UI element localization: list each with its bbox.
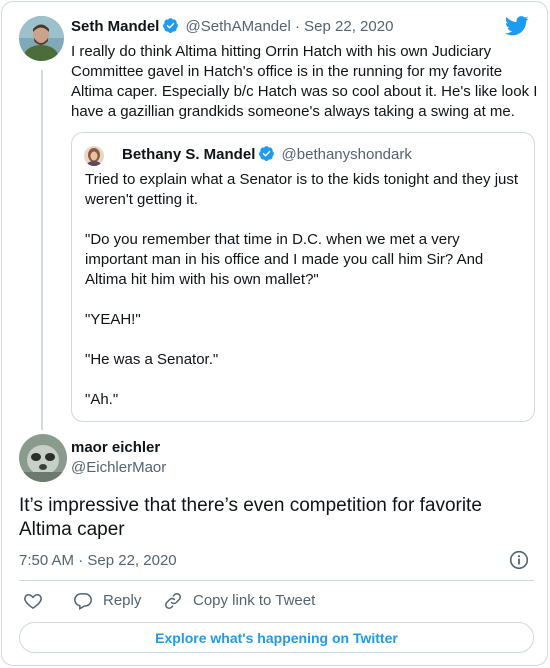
header-separator: · bbox=[295, 18, 300, 35]
reply-tweet-text: It’s impressive that there’s even compet… bbox=[19, 495, 482, 540]
quoted-tweet-body: Tried to explain what a Senator is to th… bbox=[85, 170, 525, 430]
quoted-author-name: Bethany S. Mandel bbox=[122, 146, 256, 163]
verified-badge-icon bbox=[258, 145, 275, 168]
reply-tweet-header: maor eichler @EichlerMaor bbox=[71, 438, 166, 478]
reply-timestamp[interactable]: 7:50 AM · Sep 22, 2020 bbox=[19, 551, 177, 571]
verified-badge-icon bbox=[162, 17, 179, 40]
quoted-paragraph: "YEAH!" bbox=[85, 311, 141, 328]
seth-mandel-avatar[interactable] bbox=[19, 16, 64, 61]
quoted-paragraph: "He was a Senator." bbox=[85, 351, 219, 368]
bethany-mandel-avatar bbox=[84, 146, 104, 166]
reply-date: Sep 22, 2020 bbox=[87, 552, 177, 569]
parent-tweet-text: I really do think Altima hitting Orrin H… bbox=[71, 43, 538, 120]
like-button[interactable] bbox=[23, 591, 43, 611]
quoted-paragraph: Tried to explain what a Senator is to th… bbox=[85, 171, 519, 208]
reply-author-name[interactable]: maor eichler bbox=[71, 439, 160, 456]
link-icon bbox=[165, 593, 181, 609]
quoted-paragraph: "Ah." bbox=[85, 391, 119, 408]
explore-button[interactable]: Explore what's happening on Twitter bbox=[19, 622, 534, 653]
tweet-embed-card: Seth Mandel @SethAMandel · Sep 22, 2020 … bbox=[1, 1, 548, 666]
reply-button[interactable]: Reply bbox=[73, 591, 141, 611]
quoted-handle: @bethanyshondark bbox=[281, 146, 412, 163]
maor-eichler-avatar[interactable] bbox=[19, 434, 67, 482]
reply-handle[interactable]: @EichlerMaor bbox=[71, 458, 166, 478]
reply-label: Reply bbox=[103, 592, 142, 609]
thread-line bbox=[41, 70, 43, 430]
divider bbox=[19, 580, 534, 581]
meta-separator: · bbox=[78, 552, 84, 569]
parent-author-name[interactable]: Seth Mandel bbox=[71, 18, 159, 35]
parent-handle[interactable]: @SethAMandel bbox=[186, 18, 291, 35]
parent-date[interactable]: Sep 22, 2020 bbox=[304, 18, 393, 35]
twitter-bird-icon[interactable] bbox=[504, 16, 529, 41]
quoted-tweet[interactable]: Bethany S. Mandel @bethanyshondark Tried… bbox=[71, 132, 535, 422]
copy-link-label: Copy link to Tweet bbox=[193, 592, 316, 609]
copy-link-button[interactable]: Copy link to Tweet bbox=[163, 591, 315, 611]
parent-tweet-header: Seth Mandel @SethAMandel · Sep 22, 2020 bbox=[71, 17, 393, 40]
quoted-paragraph: "Do you remember that time in D.C. when … bbox=[85, 231, 484, 288]
info-icon[interactable] bbox=[509, 550, 529, 575]
reply-bubble-icon bbox=[74, 593, 92, 610]
heart-icon bbox=[24, 593, 42, 609]
reply-time: 7:50 AM bbox=[19, 552, 75, 569]
